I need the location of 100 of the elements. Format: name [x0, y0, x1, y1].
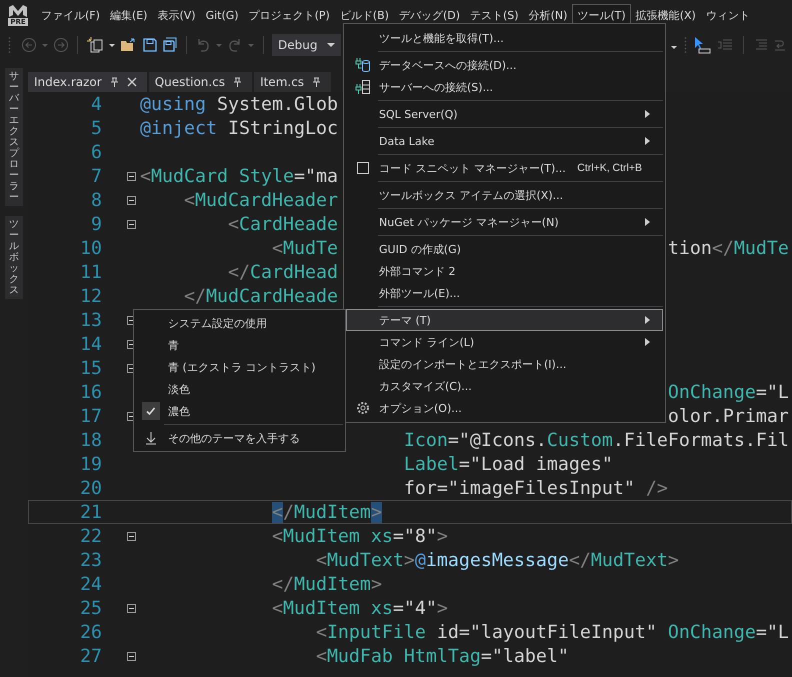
menu-item[interactable]: 青 (エクストラ コントラスト)	[134, 356, 345, 378]
line-number: 15	[79, 358, 102, 378]
code-line: </CardHead	[228, 262, 338, 282]
submenu-arrow-icon	[645, 110, 650, 118]
code-line: <InputFile id="layoutFileInput" OnChange="L	[316, 622, 789, 642]
menu-item[interactable]: Git(G)	[200, 4, 244, 26]
submenu-arrow-icon	[645, 218, 650, 226]
file-tab[interactable]: Question.cs	[148, 72, 252, 92]
line-number: 17	[79, 406, 102, 426]
collapse-icon[interactable]	[127, 172, 136, 180]
save-all-icon[interactable]	[162, 37, 178, 53]
line-number: 26	[79, 622, 102, 642]
code-line: </MudItem>	[272, 574, 382, 594]
menu-item[interactable]: 外部コマンド 2	[346, 260, 663, 282]
submenu-arrow-icon	[645, 137, 650, 145]
code-line: <MudText>@imagesMessage</MudText>	[316, 550, 679, 570]
line-number: 13	[79, 310, 102, 330]
menu-item[interactable]: プロジェクト(P)	[244, 4, 335, 26]
line-number: 19	[79, 454, 102, 474]
code-line: <MudTe	[272, 238, 338, 258]
download-icon	[145, 431, 157, 445]
code-line: <MudCardHeader	[184, 190, 338, 210]
file-tab[interactable]: Index.razor	[28, 72, 147, 92]
pin-icon[interactable]	[110, 77, 119, 87]
side-tab[interactable]: サーバーエクスプローラー	[5, 68, 23, 206]
configuration-dropdown[interactable]: Debug	[272, 34, 342, 56]
submenu-arrow-icon	[645, 338, 650, 346]
code-line: tion</MudTe	[668, 238, 789, 258]
line-number: 20	[79, 478, 102, 498]
collapse-icon[interactable]	[127, 196, 136, 204]
menu-item[interactable]: サーバーへの接続(S)...	[346, 76, 663, 98]
collapse-icon[interactable]	[127, 532, 136, 540]
menu-item[interactable]: 淡色	[134, 378, 345, 400]
new-file-icon[interactable]	[86, 36, 104, 54]
close-icon[interactable]	[126, 77, 137, 87]
menu-item[interactable]: デバッグ(D)	[394, 4, 465, 26]
code-line: <MudItem xs="4">	[272, 598, 448, 618]
menu-item[interactable]: ファイル(F)	[36, 4, 105, 26]
menu-item[interactable]: オプション(O)...	[346, 397, 663, 419]
pointer-icon[interactable]	[693, 36, 711, 54]
menu-item[interactable]: ツールと機能を取得(T)...	[346, 27, 663, 49]
menu-item[interactable]: 拡張機能(X)	[630, 4, 701, 26]
code-line: Icon="@Icons.Custom.FileFormats.Fil	[404, 430, 789, 450]
collapse-icon[interactable]	[127, 652, 136, 660]
menu-item[interactable]: カスタマイズ(C)...	[346, 375, 663, 397]
pin-icon[interactable]	[312, 77, 322, 87]
collapse-icon[interactable]	[127, 604, 136, 612]
menu-item[interactable]: ツールボックス アイテムの選択(X)...	[346, 184, 663, 206]
menu-item[interactable]: ウィント	[700, 4, 755, 26]
menu-item[interactable]: ビルド(B)	[334, 4, 394, 26]
code-line: @inject IStringLoc	[140, 118, 338, 138]
menu-item[interactable]: 編集(E)	[104, 4, 152, 26]
menu-item[interactable]: システム設定の使用	[134, 312, 345, 334]
line-number: 5	[90, 118, 102, 138]
code-line: <CardHeade	[228, 214, 338, 234]
line-number: 12	[79, 286, 102, 306]
code-line: for="imageFilesInput" />	[404, 478, 668, 498]
line-number: 4	[90, 94, 102, 114]
file-tab[interactable]: Item.cs	[254, 72, 332, 92]
caret-icon	[327, 41, 336, 49]
menu-item[interactable]: 濃色	[134, 400, 345, 422]
code-line: <MudCard Style="ma	[140, 166, 338, 186]
menu-item[interactable]: テーマ (T)	[346, 309, 663, 331]
code-line: <MudFab HtmlTag="label"	[316, 646, 569, 666]
menu-item[interactable]: テスト(S)	[465, 4, 524, 26]
code-line: </MudItem>	[272, 502, 382, 522]
line-number: 24	[79, 574, 102, 594]
server-plug-icon	[355, 79, 371, 95]
code-line: <MudItem xs="8">	[272, 526, 448, 546]
line-number: 25	[79, 598, 102, 618]
tab-label: Question.cs	[154, 75, 226, 89]
collapse-icon[interactable]	[127, 220, 136, 228]
menu-item[interactable]: その他のテーマを入手する	[134, 427, 345, 449]
save-icon[interactable]	[142, 37, 158, 53]
pin-icon[interactable]	[233, 77, 242, 87]
side-tab[interactable]: ツールボックス	[5, 216, 23, 299]
tab-label: Index.razor	[34, 75, 102, 89]
menu-item[interactable]: コマンド ライン(L)	[346, 331, 663, 353]
menu-item[interactable]: 外部ツール(E)...	[346, 282, 663, 304]
line-number: 27	[79, 646, 102, 666]
menu-item[interactable]: 分析(N)	[524, 4, 572, 26]
menu-item[interactable]: NuGet パッケージ マネージャー(N)	[346, 211, 663, 233]
menu-item[interactable]: Data Lake	[346, 130, 663, 152]
menu-item[interactable]: GUID の作成(G)	[346, 238, 663, 260]
menu-item[interactable]: データベースへの接続(D)...	[346, 54, 663, 76]
line-number: 10	[79, 238, 102, 258]
snippet-icon	[356, 161, 370, 175]
line-number: 6	[90, 142, 102, 162]
line-number: 8	[90, 190, 102, 210]
menu-item[interactable]: コード スニペット マネージャー(T)... Ctrl+K, Ctrl+B	[346, 157, 663, 179]
line-number: 14	[79, 334, 102, 354]
database-plug-icon	[355, 57, 371, 73]
tab-label: Item.cs	[260, 75, 304, 89]
menu-item[interactable]: SQL Server(Q)	[346, 103, 663, 125]
menu-item[interactable]: 青	[134, 334, 345, 356]
code-line: @using System.Glob	[140, 94, 338, 114]
menu-item[interactable]: 設定のインポートとエクスポート(I)...	[346, 353, 663, 375]
menu-item[interactable]: 表示(V)	[152, 4, 201, 26]
code-line: </MudCardHeade	[184, 286, 338, 306]
line-number: 9	[90, 214, 102, 234]
